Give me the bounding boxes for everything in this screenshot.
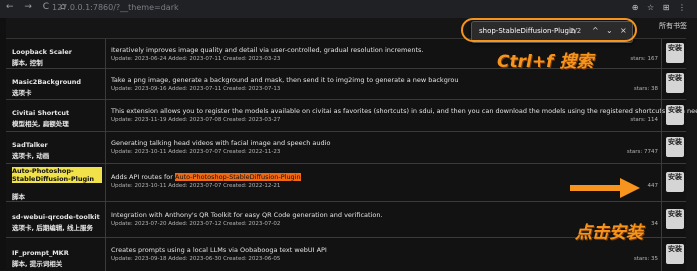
- extension-name[interactable]: SadTalker: [12, 141, 48, 149]
- extension-tags: 模型相关, 扁额处理: [12, 120, 69, 128]
- extension-stars: 447: [647, 183, 659, 189]
- install-button[interactable]: 安装: [666, 137, 684, 157]
- action-cell: 安装: [661, 237, 686, 271]
- extension-stars: stars: 167: [630, 56, 658, 62]
- extension-stars: stars: 7747: [626, 149, 658, 155]
- name-cell: IF_prompt_MKR 脚本, 提示词相关: [6, 237, 106, 271]
- action-cell: 安装: [661, 163, 686, 201]
- extension-name[interactable]: Civitai Shortcut: [12, 109, 69, 117]
- browser-toolbar: ← → C ⌂ 127.0.0.1:7860/?__theme=dark ⊕ ☆…: [0, 0, 697, 18]
- extension-tags: 选项卡: [12, 89, 32, 97]
- address-bar[interactable]: 127.0.0.1:7860/?__theme=dark: [52, 3, 179, 12]
- extension-description: Generating talking head videos with faci…: [111, 139, 331, 147]
- extension-dates: Update: 2023-09-18 Added: 2023-06-30 Cre…: [111, 256, 281, 262]
- extension-description: Integration with Anthony's QR Toolkit fo…: [111, 211, 383, 219]
- bookmarks-label[interactable]: 所有书签: [659, 21, 687, 31]
- extension-dates: Update: 2023-11-19 Added: 2023-07-08 Cre…: [111, 117, 281, 123]
- action-cell: 安装: [661, 39, 686, 68]
- install-button[interactable]: 安装: [666, 209, 684, 229]
- extension-description: Iteratively improves image quality and d…: [111, 46, 424, 54]
- name-cell: sd-webui-qrcode-toolkit 选项卡, 后期编辑, 线上服务: [6, 201, 106, 237]
- action-cell: 安装: [661, 68, 686, 99]
- name-cell: Auto-Photoshop-StableDiffusion-Plugin 脚本: [6, 163, 106, 201]
- table-row: Civitai Shortcut 模型相关, 扁额处理 This extensi…: [6, 99, 697, 132]
- extension-stars: stars: 38: [633, 86, 658, 92]
- install-button[interactable]: 安装: [666, 43, 684, 63]
- click-install-annotation: 点击安装: [575, 223, 643, 243]
- name-cell: Loopback Scaler 脚本, 控制: [6, 39, 106, 68]
- install-button[interactable]: 安装: [666, 105, 684, 125]
- table-row: SadTalker 选项卡, 动画 Generating talking hea…: [6, 131, 686, 164]
- extension-name[interactable]: Loopback Scaler: [12, 48, 72, 56]
- action-cell: 安装: [661, 99, 686, 131]
- extension-tags: 脚本, 控制: [12, 59, 43, 67]
- install-button[interactable]: 安装: [666, 172, 684, 192]
- extension-tags: 脚本, 提示词相关: [12, 260, 63, 268]
- description-prefix: Adds API routes for: [111, 173, 176, 181]
- name-cell: SadTalker 选项卡, 动画: [6, 131, 106, 163]
- extension-name[interactable]: IF_prompt_MKR: [12, 249, 69, 257]
- arrow-head: [620, 178, 640, 198]
- extension-dates: Update: 2023-07-20 Added: 2023-07-12 Cre…: [111, 221, 281, 227]
- install-button[interactable]: 安装: [666, 244, 684, 264]
- find-match-highlight: Auto-Photoshop-StableDiffusion-Plugin: [175, 173, 301, 181]
- extension-stars: 34: [651, 221, 658, 227]
- extension-name[interactable]: Auto-Photoshop-StableDiffusion-Plugin: [12, 167, 102, 183]
- action-cell: 安装: [661, 131, 686, 163]
- extension-description: Adds API routes for Auto-Photoshop-Stabl…: [111, 173, 301, 181]
- extension-description: Creates prompts using a local LLMs via O…: [111, 246, 327, 254]
- description-cell: This extension allows you to register th…: [106, 99, 697, 131]
- toolbar-icons[interactable]: ⊕ ☆ ⊞ ⋮: [632, 3, 689, 12]
- find-bar-annotation-circle: [461, 18, 637, 42]
- extension-name[interactable]: Masic2Background: [12, 78, 81, 86]
- name-cell: Masic2Background 选项卡: [6, 68, 106, 99]
- ctrl-f-annotation: Ctrl+f 搜索: [497, 52, 594, 72]
- arrow-icon: [570, 178, 640, 198]
- install-button[interactable]: 安装: [666, 73, 684, 93]
- action-cell: 安装: [661, 201, 686, 237]
- extension-tags: 脚本: [12, 193, 25, 201]
- extension-tags: 选项卡, 后期编辑, 线上服务: [12, 224, 93, 232]
- extension-description: Take a png image, generate a background …: [111, 76, 459, 84]
- extension-description: This extension allows you to register th…: [111, 107, 697, 115]
- arrow-shaft: [570, 185, 622, 191]
- extension-dates: Update: 2023-06-24 Added: 2023-07-11 Cre…: [111, 56, 281, 62]
- table-row: Masic2Background 选项卡 Take a png image, g…: [6, 68, 686, 100]
- extension-dates: Update: 2023-10-11 Added: 2023-07-07 Cre…: [111, 149, 281, 155]
- description-cell: Generating talking head videos with faci…: [106, 131, 661, 163]
- extension-name[interactable]: sd-webui-qrcode-toolkit: [12, 213, 100, 221]
- description-cell: Adds API routes for Auto-Photoshop-Stabl…: [106, 163, 661, 201]
- name-cell: Civitai Shortcut 模型相关, 扁额处理: [6, 99, 106, 131]
- extension-dates: Update: 2023-09-16 Added: 2023-07-11 Cre…: [111, 86, 281, 92]
- description-cell: Take a png image, generate a background …: [106, 68, 661, 99]
- extension-tags: 选项卡, 动画: [12, 152, 50, 160]
- extension-stars: stars: 35: [633, 256, 658, 262]
- extension-dates: Update: 2023-10-11 Added: 2023-07-07 Cre…: [111, 183, 281, 189]
- extension-stars: stars: 114: [630, 117, 658, 123]
